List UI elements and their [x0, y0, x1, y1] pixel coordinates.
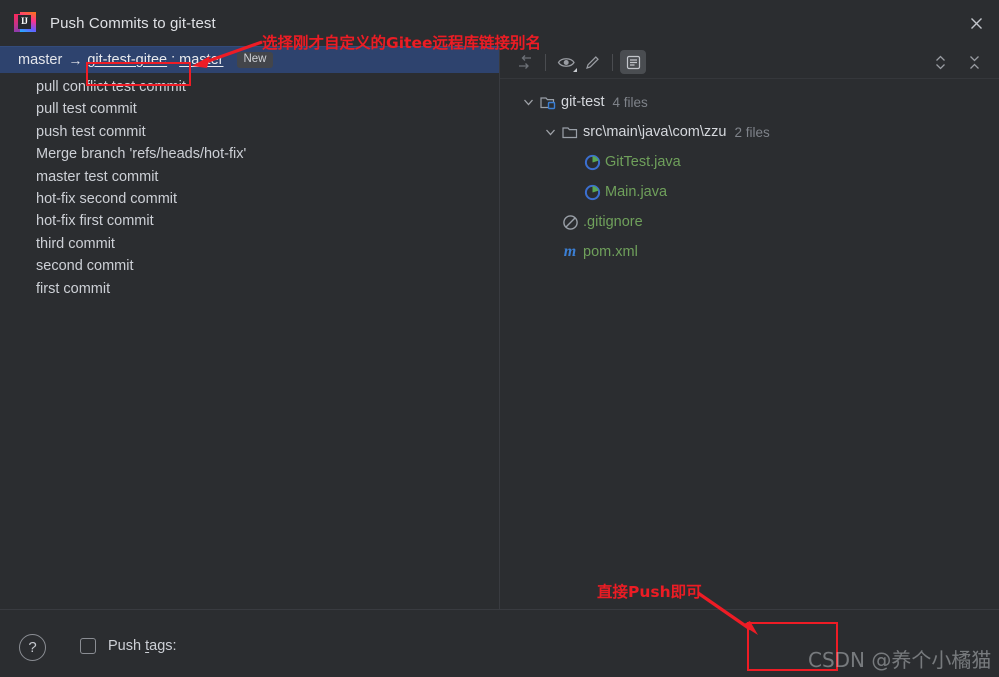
- java-class-icon: [582, 152, 602, 172]
- commit-list-item[interactable]: push test commit: [0, 121, 499, 143]
- commit-list-item[interactable]: hot-fix first commit: [0, 210, 499, 232]
- annotation-push-text: 直接Push即可: [597, 583, 702, 601]
- push-tags-label: Push tags:: [108, 638, 177, 654]
- file-tree-toolbar: [500, 46, 999, 79]
- csdn-watermark: CSDN @养个小橘猫: [808, 648, 992, 672]
- java-class-icon: [582, 182, 602, 202]
- module-folder-icon: [538, 92, 558, 112]
- tree-row[interactable]: m pom.xml: [500, 237, 999, 267]
- push-tags-checkbox[interactable]: [80, 638, 96, 654]
- push-tags-label-post: ags:: [149, 638, 177, 654]
- toolbar-separator: [545, 53, 546, 71]
- commit-list-item[interactable]: hot-fix second commit: [0, 188, 499, 210]
- tree-node-label: Main.java: [605, 184, 668, 200]
- commit-list-item[interactable]: third commit: [0, 233, 499, 255]
- ignored-file-icon: [560, 212, 580, 232]
- expand-all-icon[interactable]: [927, 51, 953, 75]
- annotation-remote-box: [86, 62, 191, 86]
- commit-list-item[interactable]: pull conflict test commit: [0, 76, 499, 98]
- eye-preview-icon[interactable]: [553, 50, 579, 74]
- commits-pane: master → git-test-gitee : master New pul…: [0, 46, 500, 609]
- tree-node-label: git-test: [561, 94, 605, 110]
- tree-row[interactable]: src\main\java\com\zzu 2 files: [500, 117, 999, 147]
- toolbar-separator: [612, 53, 613, 71]
- dialog-body: master → git-test-gitee : master New pul…: [0, 46, 999, 609]
- annotation-remote-text: 选择刚才自定义的Gitee远程库链接别名: [262, 34, 541, 52]
- chevron-down-icon[interactable]: [540, 122, 560, 142]
- changed-files-pane: git-test 4 files src\main\java\com\zzu 2 fi…: [500, 46, 999, 609]
- dialog-title: Push Commits to git-test: [50, 14, 216, 32]
- tree-node-file-count: 4 files: [612, 94, 648, 110]
- local-branch-label: master: [18, 52, 63, 68]
- pencil-edit-icon[interactable]: [579, 50, 605, 74]
- new-badge: New: [237, 52, 273, 68]
- changed-files-tree: git-test 4 files src\main\java\com\zzu 2 fi…: [500, 79, 999, 267]
- commit-list: pull conflict test commit pull test commi…: [0, 73, 499, 300]
- tree-node-label: pom.xml: [583, 244, 638, 260]
- commit-list-item[interactable]: master test commit: [0, 166, 499, 188]
- tree-node-label: .gitignore: [583, 214, 643, 230]
- toolbar-right-group: [927, 46, 987, 79]
- tree-row[interactable]: .gitignore: [500, 207, 999, 237]
- revert-arrow-icon[interactable]: [512, 50, 538, 74]
- tree-row[interactable]: git-test 4 files: [500, 87, 999, 117]
- group-by-directory-icon[interactable]: [620, 50, 646, 74]
- intellij-idea-icon: IJ: [14, 12, 36, 34]
- push-tags-group: Push tags:: [80, 638, 177, 654]
- commit-list-item[interactable]: second commit: [0, 255, 499, 277]
- maven-file-icon: m: [563, 243, 577, 260]
- folder-icon: [560, 122, 580, 142]
- close-icon[interactable]: [953, 0, 999, 46]
- commit-list-item[interactable]: pull test commit: [0, 98, 499, 120]
- tree-row[interactable]: Main.java: [500, 177, 999, 207]
- collapse-all-icon[interactable]: [961, 51, 987, 75]
- tree-row[interactable]: GitTest.java: [500, 147, 999, 177]
- tree-node-label: src\main\java\com\zzu: [583, 124, 727, 140]
- tree-node-label: GitTest.java: [605, 154, 681, 170]
- commit-list-item[interactable]: first commit: [0, 278, 499, 300]
- help-button[interactable]: ?: [19, 634, 46, 661]
- commit-list-item[interactable]: Merge branch 'refs/heads/hot-fix': [0, 143, 499, 165]
- tree-node-file-count: 2 files: [734, 124, 770, 140]
- push-commits-dialog: IJ Push Commits to git-test master → git…: [0, 0, 999, 677]
- chevron-down-icon[interactable]: [518, 92, 538, 112]
- arrow-right-icon: →: [68, 52, 83, 68]
- push-tags-label-pre: Push: [108, 638, 146, 654]
